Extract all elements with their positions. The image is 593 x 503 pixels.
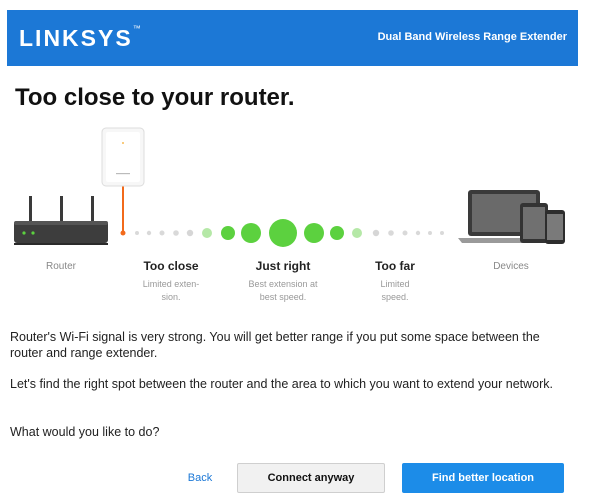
- signal-dot: [120, 230, 126, 236]
- signal-dot: [221, 226, 235, 240]
- placement-diagram: Router Devices Too close Limited exten- …: [0, 120, 593, 315]
- signal-dot: [159, 230, 165, 236]
- back-button[interactable]: Back: [170, 463, 230, 493]
- location-message: Let's find the right spot between the ro…: [10, 377, 553, 391]
- router-label: Router: [45, 261, 76, 272]
- signal-dot: [173, 230, 179, 236]
- zone-too-far-desc-line1: Limited: [380, 279, 410, 289]
- linksys-logo: LINKSYS™: [19, 24, 141, 52]
- zone-too-close-desc: Limited exten- sion.: [131, 278, 211, 304]
- devices-label: Devices: [493, 261, 529, 272]
- signal-dot: [388, 230, 394, 236]
- signal-dot: [241, 223, 261, 243]
- zone-just-right-desc-line2: best speed.: [259, 292, 307, 302]
- header-bar: LINKSYS™ Dual Band Wireless Range Extend…: [7, 10, 578, 66]
- find-better-location-button[interactable]: Find better location: [402, 463, 564, 493]
- signal-dot: [269, 219, 297, 247]
- zone-just-right-desc-line1: Best extension at: [248, 279, 318, 289]
- zone-too-close-desc-line2: sion.: [161, 292, 181, 302]
- signal-dot: [146, 230, 152, 236]
- signal-dot: [202, 228, 212, 238]
- zone-just-right-title: Just right: [255, 259, 311, 273]
- signal-dot: [415, 230, 421, 236]
- range-extender-icon: [101, 127, 145, 187]
- router-icon: [14, 196, 108, 245]
- zone-too-close-desc-line1: Limited exten-: [142, 279, 200, 289]
- devices-icon: [458, 190, 565, 244]
- zone-too-close-title: Too close: [143, 259, 199, 273]
- signal-message: Router's Wi-Fi signal is very strong. Yo…: [10, 330, 540, 360]
- signal-dot: [330, 226, 344, 240]
- signal-dot: [186, 229, 194, 237]
- zone-too-far-desc-line2: speed.: [381, 292, 409, 302]
- signal-dot: [402, 230, 408, 236]
- zone-just-right-desc: Best extension at best speed.: [233, 278, 333, 304]
- zone-too-far-desc: Limited speed.: [355, 278, 435, 304]
- signal-dots: [120, 219, 444, 247]
- logo-text: LINKSYS: [19, 25, 133, 51]
- connect-anyway-button[interactable]: Connect anyway: [237, 463, 385, 493]
- signal-dot: [372, 229, 380, 237]
- product-name: Dual Band Wireless Range Extender: [377, 31, 567, 43]
- zone-too-far-title: Too far: [375, 259, 415, 273]
- signal-dot: [428, 231, 432, 235]
- page-title: Too close to your router.: [15, 84, 295, 111]
- signal-dot: [440, 231, 444, 235]
- signal-dot: [352, 228, 362, 238]
- logo-trademark: ™: [132, 24, 141, 34]
- signal-dot: [304, 223, 324, 243]
- signal-dot: [135, 231, 139, 235]
- question-text: What would you like to do?: [10, 425, 160, 439]
